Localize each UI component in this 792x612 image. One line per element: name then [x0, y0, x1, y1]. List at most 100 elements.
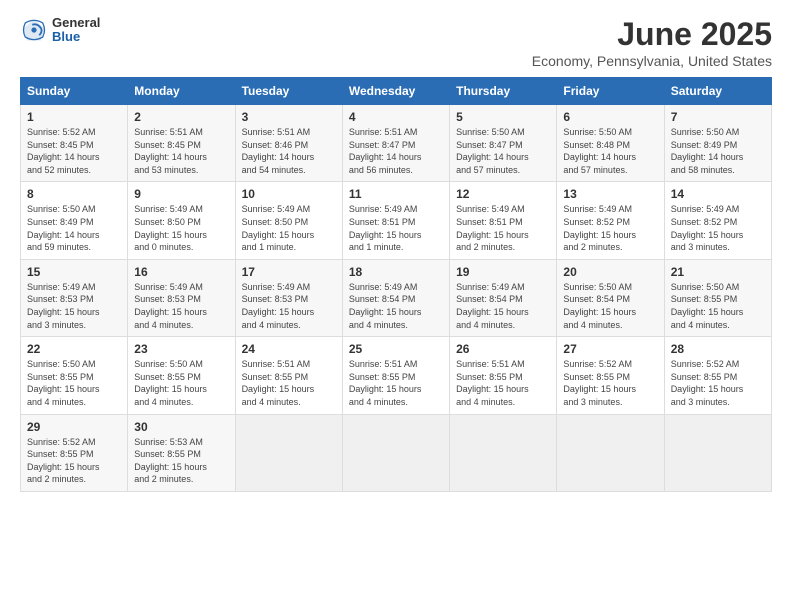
day-number: 15 [27, 265, 121, 279]
day-number: 1 [27, 110, 121, 124]
day-number: 20 [563, 265, 657, 279]
calendar-cell: 1 Sunrise: 5:52 AM Sunset: 8:45 PM Daylig… [21, 105, 128, 182]
day-info: Sunrise: 5:49 AM Sunset: 8:53 PM Dayligh… [242, 281, 336, 331]
day-number: 7 [671, 110, 765, 124]
calendar-cell: 7 Sunrise: 5:50 AM Sunset: 8:49 PM Daylig… [664, 105, 771, 182]
logo-blue: Blue [52, 30, 100, 44]
day-number: 2 [134, 110, 228, 124]
day-number: 13 [563, 187, 657, 201]
calendar-cell: 29 Sunrise: 5:52 AM Sunset: 8:55 PM Dayli… [21, 414, 128, 491]
day-number: 5 [456, 110, 550, 124]
calendar-cell: 3 Sunrise: 5:51 AM Sunset: 8:46 PM Daylig… [235, 105, 342, 182]
day-info: Sunrise: 5:50 AM Sunset: 8:55 PM Dayligh… [27, 358, 121, 408]
day-number: 12 [456, 187, 550, 201]
page-header: General Blue June 2025 Economy, Pennsylv… [20, 16, 772, 69]
calendar-cell: 8 Sunrise: 5:50 AM Sunset: 8:49 PM Daylig… [21, 182, 128, 259]
calendar-cell: 18 Sunrise: 5:49 AM Sunset: 8:54 PM Dayli… [342, 259, 449, 336]
day-number: 27 [563, 342, 657, 356]
calendar-cell: 15 Sunrise: 5:49 AM Sunset: 8:53 PM Dayli… [21, 259, 128, 336]
calendar-cell: 27 Sunrise: 5:52 AM Sunset: 8:55 PM Dayli… [557, 337, 664, 414]
day-number: 30 [134, 420, 228, 434]
day-info: Sunrise: 5:51 AM Sunset: 8:46 PM Dayligh… [242, 126, 336, 176]
day-header-saturday: Saturday [664, 78, 771, 105]
calendar-cell [557, 414, 664, 491]
day-info: Sunrise: 5:49 AM Sunset: 8:54 PM Dayligh… [349, 281, 443, 331]
calendar-cell: 9 Sunrise: 5:49 AM Sunset: 8:50 PM Daylig… [128, 182, 235, 259]
calendar-cell: 28Sunrise: 5:52 AM Sunset: 8:55 PM Dayli… [664, 337, 771, 414]
day-info: Sunrise: 5:50 AM Sunset: 8:55 PM Dayligh… [134, 358, 228, 408]
day-info: Sunrise: 5:51 AM Sunset: 8:45 PM Dayligh… [134, 126, 228, 176]
logo-general: General [52, 16, 100, 30]
day-number: 25 [349, 342, 443, 356]
day-info: Sunrise: 5:51 AM Sunset: 8:55 PM Dayligh… [349, 358, 443, 408]
calendar-cell: 25 Sunrise: 5:51 AM Sunset: 8:55 PM Dayli… [342, 337, 449, 414]
calendar-cell: 21 Sunrise: 5:50 AM Sunset: 8:55 PM Dayli… [664, 259, 771, 336]
calendar-cell: 14 Sunrise: 5:49 AM Sunset: 8:52 PM Dayli… [664, 182, 771, 259]
day-number: 28 [671, 342, 765, 356]
day-number: 22 [27, 342, 121, 356]
day-number: 26 [456, 342, 550, 356]
day-info: Sunrise: 5:49 AM Sunset: 8:53 PM Dayligh… [27, 281, 121, 331]
title-block: June 2025 Economy, Pennsylvania, United … [532, 16, 772, 69]
logo-icon [20, 16, 48, 44]
calendar-cell: 4 Sunrise: 5:51 AM Sunset: 8:47 PM Daylig… [342, 105, 449, 182]
calendar-cell: 22 Sunrise: 5:50 AM Sunset: 8:55 PM Dayli… [21, 337, 128, 414]
day-number: 14 [671, 187, 765, 201]
calendar-week-row: 29 Sunrise: 5:52 AM Sunset: 8:55 PM Dayli… [21, 414, 772, 491]
calendar-cell: 16Sunrise: 5:49 AM Sunset: 8:53 PM Dayli… [128, 259, 235, 336]
calendar-week-row: 22 Sunrise: 5:50 AM Sunset: 8:55 PM Dayli… [21, 337, 772, 414]
day-number: 17 [242, 265, 336, 279]
calendar-cell [235, 414, 342, 491]
day-number: 8 [27, 187, 121, 201]
calendar-table: SundayMondayTuesdayWednesdayThursdayFrid… [20, 77, 772, 492]
day-number: 9 [134, 187, 228, 201]
day-header-monday: Monday [128, 78, 235, 105]
day-number: 3 [242, 110, 336, 124]
day-info: Sunrise: 5:49 AM Sunset: 8:52 PM Dayligh… [671, 203, 765, 253]
day-header-tuesday: Tuesday [235, 78, 342, 105]
day-info: Sunrise: 5:49 AM Sunset: 8:51 PM Dayligh… [456, 203, 550, 253]
day-info: Sunrise: 5:50 AM Sunset: 8:49 PM Dayligh… [671, 126, 765, 176]
day-info: Sunrise: 5:53 AM Sunset: 8:55 PM Dayligh… [134, 436, 228, 486]
day-info: Sunrise: 5:50 AM Sunset: 8:49 PM Dayligh… [27, 203, 121, 253]
calendar-cell [664, 414, 771, 491]
calendar-cell: 11 Sunrise: 5:49 AM Sunset: 8:51 PM Dayli… [342, 182, 449, 259]
calendar-cell: 12 Sunrise: 5:49 AM Sunset: 8:51 PM Dayli… [450, 182, 557, 259]
calendar-cell: 19Sunrise: 5:49 AM Sunset: 8:54 PM Dayli… [450, 259, 557, 336]
calendar-week-row: 1 Sunrise: 5:52 AM Sunset: 8:45 PM Daylig… [21, 105, 772, 182]
day-info: Sunrise: 5:49 AM Sunset: 8:50 PM Dayligh… [242, 203, 336, 253]
day-number: 21 [671, 265, 765, 279]
day-number: 10 [242, 187, 336, 201]
day-number: 19 [456, 265, 550, 279]
day-info: Sunrise: 5:52 AM Sunset: 8:55 PM Dayligh… [27, 436, 121, 486]
calendar-cell: 20Sunrise: 5:50 AM Sunset: 8:54 PM Dayli… [557, 259, 664, 336]
day-info: Sunrise: 5:49 AM Sunset: 8:51 PM Dayligh… [349, 203, 443, 253]
calendar-cell [342, 414, 449, 491]
day-info: Sunrise: 5:49 AM Sunset: 8:53 PM Dayligh… [134, 281, 228, 331]
day-info: Sunrise: 5:51 AM Sunset: 8:47 PM Dayligh… [349, 126, 443, 176]
calendar-cell: 10 Sunrise: 5:49 AM Sunset: 8:50 PM Dayli… [235, 182, 342, 259]
day-number: 6 [563, 110, 657, 124]
calendar-header-row: SundayMondayTuesdayWednesdayThursdayFrid… [21, 78, 772, 105]
calendar-cell: 17 Sunrise: 5:49 AM Sunset: 8:53 PM Dayli… [235, 259, 342, 336]
day-number: 29 [27, 420, 121, 434]
day-info: Sunrise: 5:49 AM Sunset: 8:52 PM Dayligh… [563, 203, 657, 253]
calendar-cell: 30 Sunrise: 5:53 AM Sunset: 8:55 PM Dayli… [128, 414, 235, 491]
calendar-cell: 23 Sunrise: 5:50 AM Sunset: 8:55 PM Dayli… [128, 337, 235, 414]
day-header-sunday: Sunday [21, 78, 128, 105]
day-info: Sunrise: 5:50 AM Sunset: 8:55 PM Dayligh… [671, 281, 765, 331]
day-number: 18 [349, 265, 443, 279]
day-number: 11 [349, 187, 443, 201]
day-info: Sunrise: 5:50 AM Sunset: 8:48 PM Dayligh… [563, 126, 657, 176]
calendar-cell: 26Sunrise: 5:51 AM Sunset: 8:55 PM Dayli… [450, 337, 557, 414]
calendar-cell: 2 Sunrise: 5:51 AM Sunset: 8:45 PM Daylig… [128, 105, 235, 182]
day-number: 4 [349, 110, 443, 124]
day-info: Sunrise: 5:50 AM Sunset: 8:47 PM Dayligh… [456, 126, 550, 176]
calendar-cell: 24Sunrise: 5:51 AM Sunset: 8:55 PM Dayli… [235, 337, 342, 414]
day-info: Sunrise: 5:52 AM Sunset: 8:45 PM Dayligh… [27, 126, 121, 176]
day-number: 23 [134, 342, 228, 356]
day-info: Sunrise: 5:49 AM Sunset: 8:50 PM Dayligh… [134, 203, 228, 253]
day-info: Sunrise: 5:52 AM Sunset: 8:55 PM Dayligh… [563, 358, 657, 408]
calendar-cell: 6 Sunrise: 5:50 AM Sunset: 8:48 PM Daylig… [557, 105, 664, 182]
calendar-cell: 13 Sunrise: 5:49 AM Sunset: 8:52 PM Dayli… [557, 182, 664, 259]
